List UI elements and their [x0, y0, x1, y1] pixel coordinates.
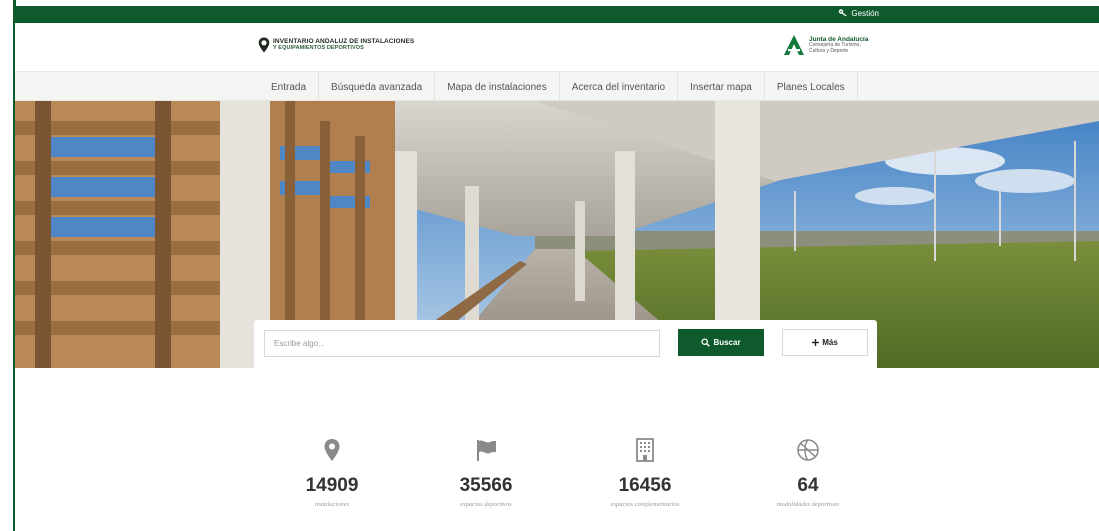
basketball-icon: [797, 439, 819, 461]
stat-label-espacios-deportivos: espacios deportivos: [460, 501, 512, 508]
more-button[interactable]: Más: [782, 329, 868, 356]
top-bar: Gestión: [15, 6, 1099, 23]
map-marker-icon: [324, 439, 340, 461]
gestion-label: Gestión: [851, 8, 879, 18]
stat-label-instalaciones: instalaciones: [314, 501, 350, 508]
nav-item-acerca-inventario[interactable]: Acerca del inventario: [560, 72, 679, 102]
search-input[interactable]: [264, 330, 660, 357]
junta-a-logo-icon: [784, 35, 804, 55]
search-panel: Buscar Más: [254, 320, 877, 368]
flag-icon: [477, 440, 496, 461]
junta-andalucia-logo[interactable]: Junta de Andalucía Consejería de Turismo…: [783, 34, 868, 56]
building-icon: [636, 438, 654, 462]
nav-item-insertar-mapa[interactable]: Insertar mapa: [678, 72, 765, 102]
stat-instalaciones: 14909 instalaciones: [252, 436, 412, 508]
junta-subtitle-2: Cultura y Deporte: [809, 47, 849, 54]
more-button-label: Más: [822, 338, 838, 347]
map-pin-logo-icon: [258, 37, 270, 53]
stat-espacios-deportivos: 35566 espacios deportivos: [406, 436, 566, 508]
stats-section: 14909 instalaciones 35566 espacios depor…: [15, 368, 1099, 531]
nav-item-entrada[interactable]: Entrada: [259, 72, 320, 102]
stat-espacios-complementarios: 16456 espacios complementarios: [565, 436, 725, 508]
page-left-margin: [0, 0, 14, 531]
nav-item-planes-locales[interactable]: Planes Locales: [765, 72, 858, 102]
stat-number-modalidades-deportivas: 64: [797, 475, 819, 496]
stat-label-modalidades-deportivas: modalidades deportivas: [776, 501, 840, 508]
search-icon: [701, 338, 711, 347]
nav-item-mapa-instalaciones[interactable]: Mapa de instalaciones: [435, 72, 560, 102]
site-header: INVENTARIO ANDALUZ DE INSTALACIONES Y EQ…: [15, 23, 1099, 71]
stat-label-espacios-complementarios: espacios complementarios: [610, 501, 680, 508]
site-brand[interactable]: INVENTARIO ANDALUZ DE INSTALACIONES Y EQ…: [258, 37, 414, 53]
key-icon: [839, 9, 847, 17]
stat-number-espacios-complementarios: 16456: [618, 475, 672, 496]
brand-subtitle: Y EQUIPAMIENTOS DEPORTIVOS: [273, 44, 364, 51]
stat-modalidades-deportivas: 64 modalidades deportivas: [728, 436, 888, 508]
stat-number-instalaciones: 14909: [305, 475, 359, 496]
nav-item-busqueda-avanzada[interactable]: Búsqueda avanzada: [319, 72, 436, 102]
gestion-link[interactable]: Gestión: [838, 8, 879, 18]
plus-icon: [812, 339, 820, 346]
search-button-label: Buscar: [713, 338, 741, 347]
stat-number-espacios-deportivos: 35566: [459, 475, 513, 496]
main-nav: Entrada Búsqueda avanzada Mapa de instal…: [15, 71, 1099, 102]
search-button[interactable]: Buscar: [678, 329, 764, 356]
